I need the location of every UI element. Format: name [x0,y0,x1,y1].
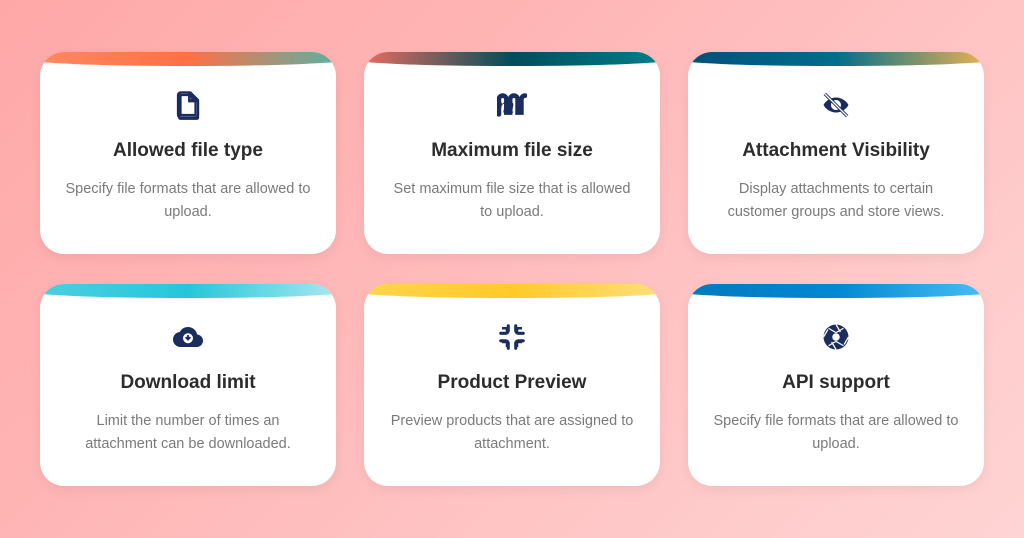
feature-card: API support Specify file formats that ar… [688,284,984,486]
feature-title: Allowed file type [64,140,312,162]
aperture-icon [712,320,960,354]
feature-desc: Set maximum file size that is allowed to… [388,178,636,224]
feature-title: Download limit [64,372,312,394]
feature-desc: Specify file formats that are allowed to… [712,410,960,456]
file-icon [64,88,312,122]
eye-off-icon [712,88,960,122]
feature-desc: Preview products that are assigned to at… [388,410,636,456]
cloud-download-icon [64,320,312,354]
m-logo-icon: m [388,88,636,122]
feature-card: Allowed file type Specify file formats t… [40,52,336,254]
feature-card: Attachment Visibility Display attachment… [688,52,984,254]
feature-desc: Limit the number of times an attachment … [64,410,312,456]
feature-title: Product Preview [388,372,636,394]
feature-desc: Specify file formats that are allowed to… [64,178,312,224]
minimize-icon [388,320,636,354]
feature-card: m Maximum file size Set maximum file siz… [364,52,660,254]
svg-text:m: m [497,92,515,117]
feature-desc: Display attachments to certain customer … [712,178,960,224]
feature-grid: Allowed file type Specify file formats t… [40,52,984,487]
feature-title: API support [712,372,960,394]
feature-card: Product Preview Preview products that ar… [364,284,660,486]
feature-card: Download limit Limit the number of times… [40,284,336,486]
feature-title: Attachment Visibility [712,140,960,162]
feature-title: Maximum file size [388,140,636,162]
